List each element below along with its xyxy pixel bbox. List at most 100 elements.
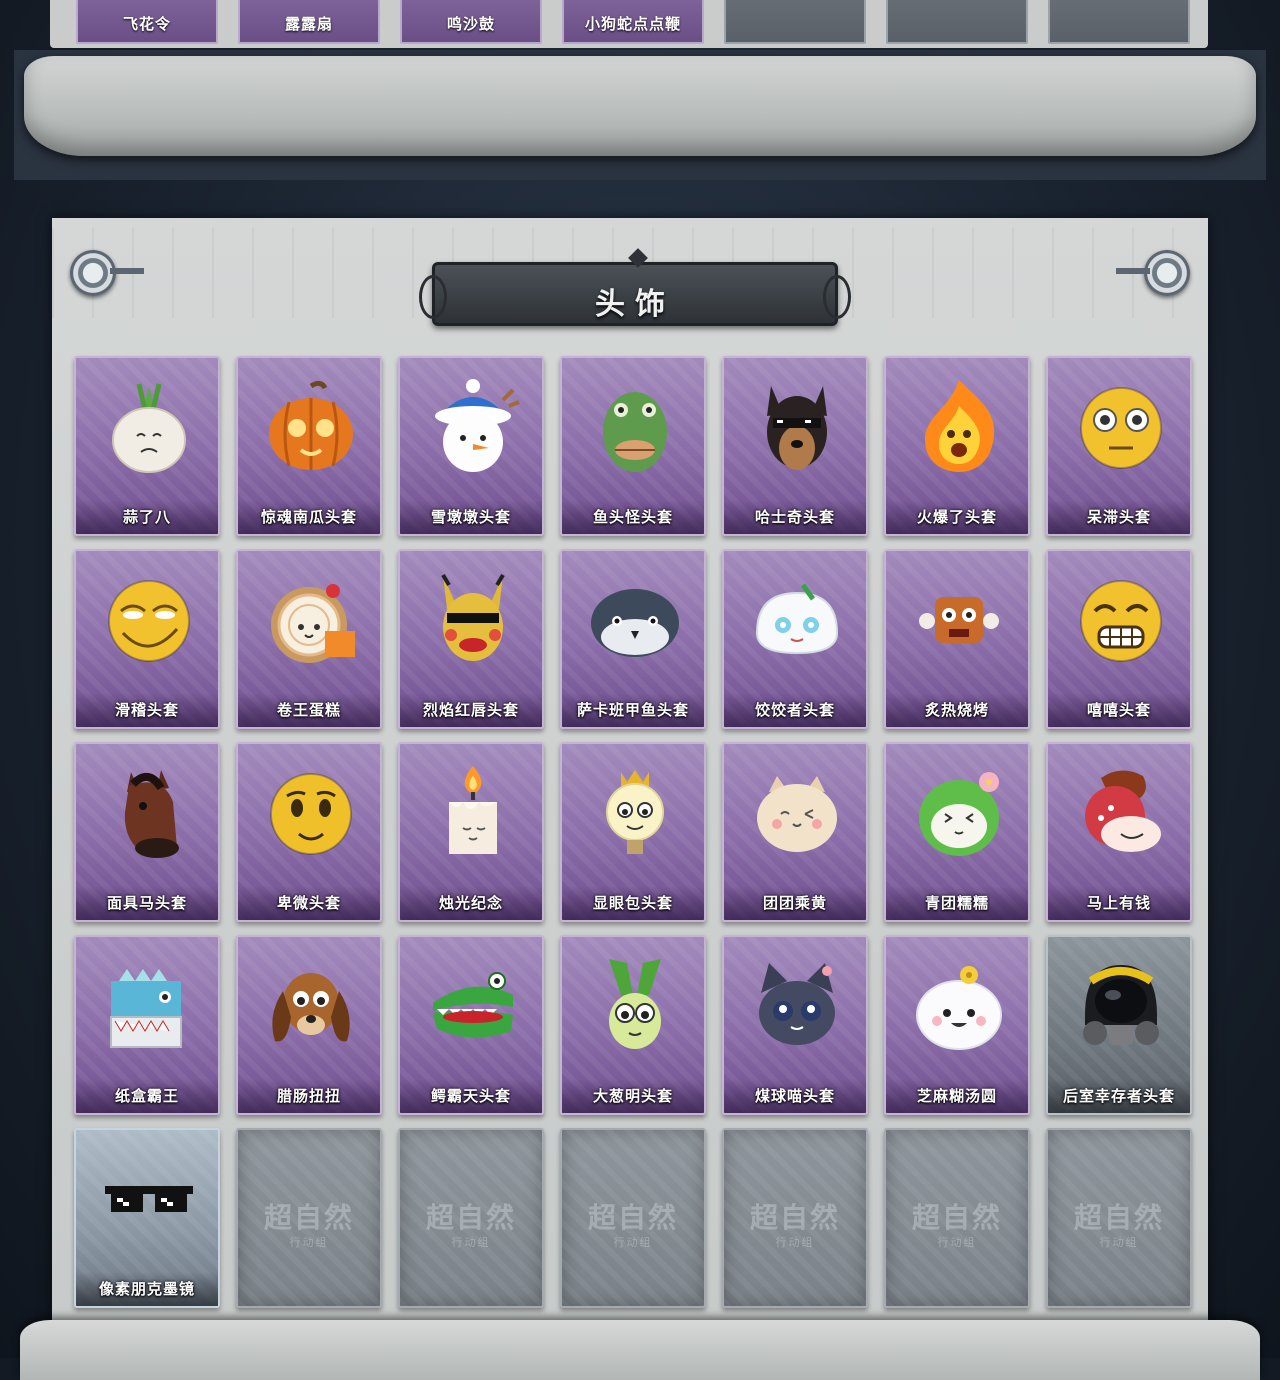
- empty-item-slot[interactable]: 超自然 行动组: [1046, 1128, 1192, 1308]
- headwear-name: 鱼头怪头套: [562, 500, 704, 534]
- headwear-name: 烈焰红唇头套: [400, 693, 542, 727]
- headwear-card[interactable]: 哈士奇头套: [722, 356, 868, 536]
- horse-mask-icon: [99, 762, 199, 862]
- headwear-name: 后室幸存者头套: [1048, 1079, 1190, 1113]
- previous-item-card[interactable]: [1048, 0, 1190, 44]
- fish-head-icon: [585, 376, 685, 476]
- headwear-name: 烛光纪念: [400, 886, 542, 920]
- headwear-card[interactable]: 蒜了八: [74, 356, 220, 536]
- previous-item-card[interactable]: 鸣沙鼓: [400, 0, 542, 44]
- section-title-banner: 头饰: [419, 248, 851, 326]
- lightbulb-icon: [585, 762, 685, 862]
- headwear-name: 马上有钱: [1048, 886, 1190, 920]
- grin-face-icon: [1071, 569, 1171, 669]
- headwear-card[interactable]: 萨卡班甲鱼头套: [560, 549, 706, 729]
- headwear-card[interactable]: 卑微头套: [236, 742, 382, 922]
- previous-section-items: 飞花令 露露扇 鸣沙鼓 小狗蛇点点鞭: [76, 0, 1206, 48]
- headwear-card[interactable]: 腊肠扭扭: [236, 935, 382, 1115]
- headwear-card[interactable]: 青团糯糯: [884, 742, 1030, 922]
- stunned-face-icon: [1071, 376, 1171, 476]
- headwear-card[interactable]: 滑稽头套: [74, 549, 220, 729]
- scroll-divider: [14, 50, 1266, 180]
- cake-roll-icon: [261, 569, 361, 669]
- headwear-card[interactable]: 后室幸存者头套: [1046, 935, 1192, 1115]
- headwear-name: 像素朋克墨镜: [76, 1272, 218, 1306]
- headwear-name: 惊魂南瓜头套: [238, 500, 380, 534]
- headwear-card[interactable]: 饺饺者头套: [722, 549, 868, 729]
- headwear-card[interactable]: 惊魂南瓜头套: [236, 356, 382, 536]
- black-cat-icon: [747, 955, 847, 1055]
- headwear-name: 雪墩墩头套: [400, 500, 542, 534]
- previous-item-name: 鸣沙鼓: [446, 16, 495, 33]
- headwear-card[interactable]: 芝麻糊汤圆: [884, 935, 1030, 1115]
- empty-slot-watermark-sub: 行动组: [451, 1237, 491, 1249]
- empty-item-slot[interactable]: 超自然 行动组: [884, 1128, 1030, 1308]
- headwear-name: 饺饺者头套: [724, 693, 866, 727]
- previous-item-name: 飞花令: [122, 16, 171, 33]
- empty-slot-watermark: 超自然: [749, 1201, 840, 1234]
- headwear-name: 滑稽头套: [76, 693, 218, 727]
- empty-item-slot[interactable]: 超自然 行动组: [398, 1128, 544, 1308]
- headwear-card[interactable]: 纸盒霸王: [74, 935, 220, 1115]
- headwear-card[interactable]: 嘻嘻头套: [1046, 549, 1192, 729]
- headwear-name: 嘻嘻头套: [1048, 693, 1190, 727]
- red-horse-icon: [1071, 762, 1171, 862]
- previous-item-name: 小狗蛇点点鞭: [584, 16, 681, 33]
- headwear-name: 面具马头套: [76, 886, 218, 920]
- empty-slot-watermark-sub: 行动组: [613, 1237, 653, 1249]
- headwear-card[interactable]: 烈焰红唇头套: [398, 549, 544, 729]
- headwear-name: 炙热烧烤: [886, 693, 1028, 727]
- empty-item-slot[interactable]: 超自然 行动组: [236, 1128, 382, 1308]
- previous-item-card[interactable]: 飞花令: [76, 0, 218, 44]
- empty-item-slot[interactable]: 超自然 行动组: [560, 1128, 706, 1308]
- headwear-card[interactable]: 炙热烧烤: [884, 549, 1030, 729]
- headwear-card[interactable]: 团团乘黄: [722, 742, 868, 922]
- section-title: 头饰: [595, 288, 675, 321]
- previous-item-card[interactable]: [886, 0, 1028, 44]
- headwear-name: 萨卡班甲鱼头套: [562, 693, 704, 727]
- pikachu-mask-icon: [423, 569, 523, 669]
- headwear-name: 哈士奇头套: [724, 500, 866, 534]
- headwear-name: 蒜了八: [76, 500, 218, 534]
- green-bun-icon: [909, 762, 1009, 862]
- headwear-name: 腊肠扭扭: [238, 1079, 380, 1113]
- scallion-icon: [585, 955, 685, 1055]
- headwear-card[interactable]: 呆滞头套: [1046, 356, 1192, 536]
- headwear-card[interactable]: 卷王蛋糕: [236, 549, 382, 729]
- headwear-card[interactable]: 煤球喵头套: [722, 935, 868, 1115]
- sacabambaspis-icon: [585, 569, 685, 669]
- empty-slot-watermark-sub: 行动组: [1099, 1237, 1139, 1249]
- headwear-card[interactable]: 雪墩墩头套: [398, 356, 544, 536]
- empty-slot-watermark: 超自然: [1073, 1201, 1164, 1234]
- dachshund-icon: [261, 955, 361, 1055]
- cat-bun-icon: [747, 762, 847, 862]
- headwear-card[interactable]: 马上有钱: [1046, 742, 1192, 922]
- empty-slot-watermark: 超自然: [425, 1201, 516, 1234]
- headwear-card[interactable]: 面具马头套: [74, 742, 220, 922]
- headwear-name: 大葱明头套: [562, 1079, 704, 1113]
- dumpling-icon: [747, 569, 847, 669]
- headwear-name: 火爆了头套: [886, 500, 1028, 534]
- headwear-card[interactable]: 像素朋克墨镜: [74, 1128, 220, 1308]
- pixel-sunglasses-icon: [99, 1148, 199, 1248]
- previous-item-card[interactable]: [724, 0, 866, 44]
- headwear-card[interactable]: 显眼包头套: [560, 742, 706, 922]
- headwear-card[interactable]: 鳄霸天头套: [398, 935, 544, 1115]
- headwear-name: 芝麻糊汤圆: [886, 1079, 1028, 1113]
- headwear-card[interactable]: 火爆了头套: [884, 356, 1030, 536]
- empty-item-slot[interactable]: 超自然 行动组: [722, 1128, 868, 1308]
- headwear-card[interactable]: 鱼头怪头套: [560, 356, 706, 536]
- headwear-name: 卷王蛋糕: [238, 693, 380, 727]
- headwear-card[interactable]: 大葱明头套: [560, 935, 706, 1115]
- previous-item-card[interactable]: 露露扇: [238, 0, 380, 44]
- headwear-name: 煤球喵头套: [724, 1079, 866, 1113]
- previous-item-card[interactable]: 小狗蛇点点鞭: [562, 0, 704, 44]
- snowman-icon: [423, 376, 523, 476]
- garlic-icon: [99, 376, 199, 476]
- empty-slot-watermark-sub: 行动组: [775, 1237, 815, 1249]
- empty-slot-watermark: 超自然: [263, 1201, 354, 1234]
- headwear-card[interactable]: 烛光纪念: [398, 742, 544, 922]
- bbq-meat-icon: [909, 569, 1009, 669]
- empty-slot-watermark: 超自然: [911, 1201, 1002, 1234]
- corner-ornament-left-icon: [70, 250, 144, 296]
